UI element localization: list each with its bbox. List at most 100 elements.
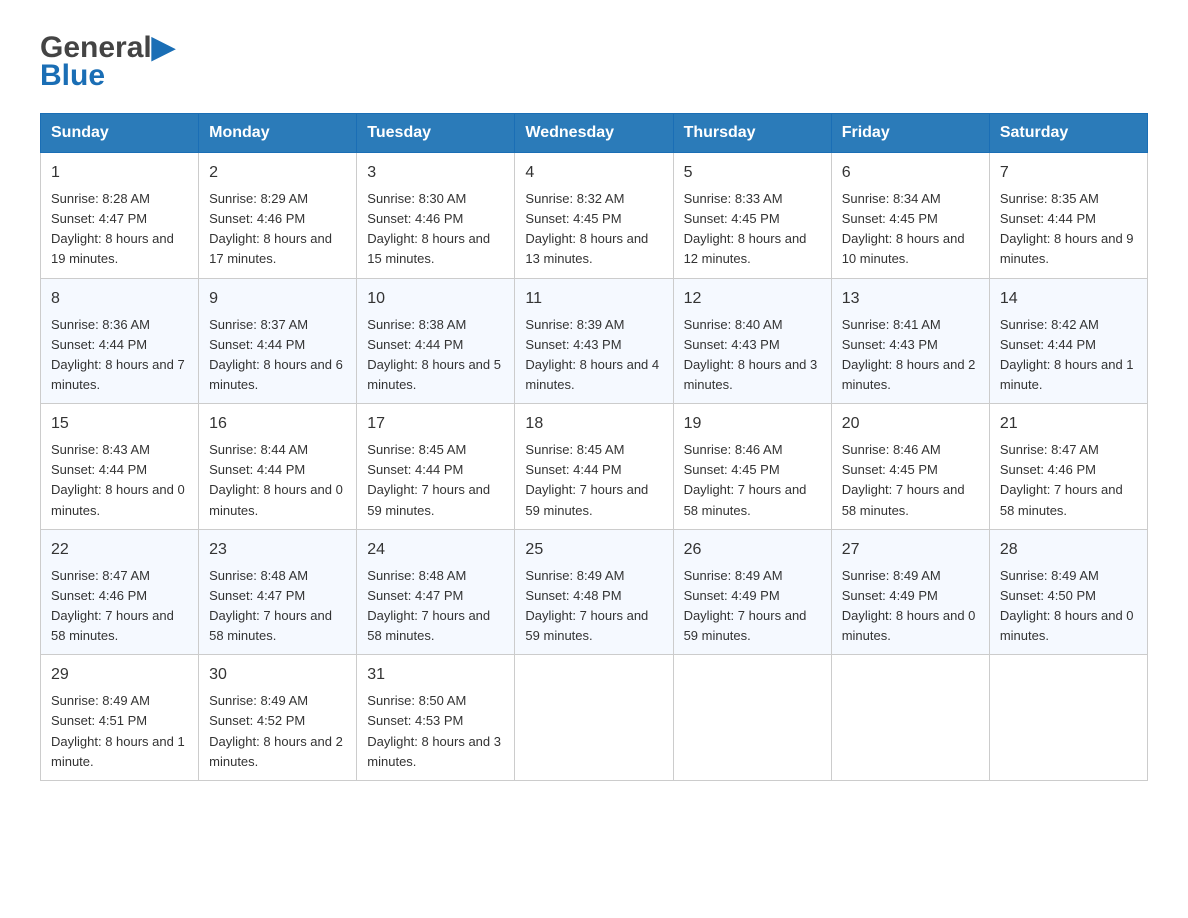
day-number: 4: [525, 161, 662, 185]
cell-info: Sunrise: 8:45 AM Sunset: 4:44 PM Dayligh…: [525, 440, 662, 521]
cell-info: Sunrise: 8:29 AM Sunset: 4:46 PM Dayligh…: [209, 189, 346, 270]
day-number: 17: [367, 412, 504, 436]
cell-info: Sunrise: 8:46 AM Sunset: 4:45 PM Dayligh…: [842, 440, 979, 521]
cell-info: Sunrise: 8:44 AM Sunset: 4:44 PM Dayligh…: [209, 440, 346, 521]
day-number: 3: [367, 161, 504, 185]
day-number: 26: [684, 538, 821, 562]
calendar-cell: 14 Sunrise: 8:42 AM Sunset: 4:44 PM Dayl…: [989, 278, 1147, 404]
calendar-cell: 4 Sunrise: 8:32 AM Sunset: 4:45 PM Dayli…: [515, 153, 673, 279]
day-number: 2: [209, 161, 346, 185]
cell-info: Sunrise: 8:41 AM Sunset: 4:43 PM Dayligh…: [842, 315, 979, 396]
calendar-cell: [673, 655, 831, 781]
calendar-cell: 3 Sunrise: 8:30 AM Sunset: 4:46 PM Dayli…: [357, 153, 515, 279]
cell-info: Sunrise: 8:49 AM Sunset: 4:51 PM Dayligh…: [51, 691, 188, 772]
calendar-cell: 26 Sunrise: 8:49 AM Sunset: 4:49 PM Dayl…: [673, 529, 831, 655]
cell-info: Sunrise: 8:46 AM Sunset: 4:45 PM Dayligh…: [684, 440, 821, 521]
calendar-cell: 31 Sunrise: 8:50 AM Sunset: 4:53 PM Dayl…: [357, 655, 515, 781]
day-number: 7: [1000, 161, 1137, 185]
cell-info: Sunrise: 8:49 AM Sunset: 4:49 PM Dayligh…: [684, 566, 821, 647]
day-number: 1: [51, 161, 188, 185]
calendar-cell: [515, 655, 673, 781]
day-number: 19: [684, 412, 821, 436]
calendar-week-row: 22 Sunrise: 8:47 AM Sunset: 4:46 PM Dayl…: [41, 529, 1148, 655]
calendar-cell: 7 Sunrise: 8:35 AM Sunset: 4:44 PM Dayli…: [989, 153, 1147, 279]
day-header-tuesday: Tuesday: [357, 114, 515, 153]
day-number: 18: [525, 412, 662, 436]
calendar-cell: 25 Sunrise: 8:49 AM Sunset: 4:48 PM Dayl…: [515, 529, 673, 655]
calendar-cell: [989, 655, 1147, 781]
cell-info: Sunrise: 8:28 AM Sunset: 4:47 PM Dayligh…: [51, 189, 188, 270]
calendar-table: SundayMondayTuesdayWednesdayThursdayFrid…: [40, 113, 1148, 781]
calendar-cell: 29 Sunrise: 8:49 AM Sunset: 4:51 PM Dayl…: [41, 655, 199, 781]
cell-info: Sunrise: 8:34 AM Sunset: 4:45 PM Dayligh…: [842, 189, 979, 270]
day-number: 27: [842, 538, 979, 562]
day-number: 22: [51, 538, 188, 562]
day-number: 15: [51, 412, 188, 436]
cell-info: Sunrise: 8:49 AM Sunset: 4:50 PM Dayligh…: [1000, 566, 1137, 647]
calendar-cell: 16 Sunrise: 8:44 AM Sunset: 4:44 PM Dayl…: [199, 404, 357, 530]
cell-info: Sunrise: 8:43 AM Sunset: 4:44 PM Dayligh…: [51, 440, 188, 521]
calendar-cell: 13 Sunrise: 8:41 AM Sunset: 4:43 PM Dayl…: [831, 278, 989, 404]
day-number: 6: [842, 161, 979, 185]
day-number: 8: [51, 287, 188, 311]
day-number: 16: [209, 412, 346, 436]
day-number: 23: [209, 538, 346, 562]
calendar-cell: 27 Sunrise: 8:49 AM Sunset: 4:49 PM Dayl…: [831, 529, 989, 655]
calendar-cell: 17 Sunrise: 8:45 AM Sunset: 4:44 PM Dayl…: [357, 404, 515, 530]
calendar-cell: 10 Sunrise: 8:38 AM Sunset: 4:44 PM Dayl…: [357, 278, 515, 404]
calendar-week-row: 29 Sunrise: 8:49 AM Sunset: 4:51 PM Dayl…: [41, 655, 1148, 781]
cell-info: Sunrise: 8:49 AM Sunset: 4:49 PM Dayligh…: [842, 566, 979, 647]
cell-info: Sunrise: 8:40 AM Sunset: 4:43 PM Dayligh…: [684, 315, 821, 396]
day-number: 9: [209, 287, 346, 311]
calendar-week-row: 15 Sunrise: 8:43 AM Sunset: 4:44 PM Dayl…: [41, 404, 1148, 530]
calendar-cell: 12 Sunrise: 8:40 AM Sunset: 4:43 PM Dayl…: [673, 278, 831, 404]
calendar-cell: 21 Sunrise: 8:47 AM Sunset: 4:46 PM Dayl…: [989, 404, 1147, 530]
cell-info: Sunrise: 8:50 AM Sunset: 4:53 PM Dayligh…: [367, 691, 504, 772]
day-number: 29: [51, 663, 188, 687]
calendar-cell: 2 Sunrise: 8:29 AM Sunset: 4:46 PM Dayli…: [199, 153, 357, 279]
cell-info: Sunrise: 8:47 AM Sunset: 4:46 PM Dayligh…: [1000, 440, 1137, 521]
calendar-cell: 30 Sunrise: 8:49 AM Sunset: 4:52 PM Dayl…: [199, 655, 357, 781]
day-number: 28: [1000, 538, 1137, 562]
day-number: 31: [367, 663, 504, 687]
calendar-cell: 6 Sunrise: 8:34 AM Sunset: 4:45 PM Dayli…: [831, 153, 989, 279]
day-header-monday: Monday: [199, 114, 357, 153]
cell-info: Sunrise: 8:35 AM Sunset: 4:44 PM Dayligh…: [1000, 189, 1137, 270]
calendar-cell: 18 Sunrise: 8:45 AM Sunset: 4:44 PM Dayl…: [515, 404, 673, 530]
calendar-cell: 9 Sunrise: 8:37 AM Sunset: 4:44 PM Dayli…: [199, 278, 357, 404]
day-number: 10: [367, 287, 504, 311]
day-number: 13: [842, 287, 979, 311]
calendar-week-row: 8 Sunrise: 8:36 AM Sunset: 4:44 PM Dayli…: [41, 278, 1148, 404]
cell-info: Sunrise: 8:49 AM Sunset: 4:48 PM Dayligh…: [525, 566, 662, 647]
calendar-cell: 23 Sunrise: 8:48 AM Sunset: 4:47 PM Dayl…: [199, 529, 357, 655]
cell-info: Sunrise: 8:36 AM Sunset: 4:44 PM Dayligh…: [51, 315, 188, 396]
calendar-week-row: 1 Sunrise: 8:28 AM Sunset: 4:47 PM Dayli…: [41, 153, 1148, 279]
cell-info: Sunrise: 8:33 AM Sunset: 4:45 PM Dayligh…: [684, 189, 821, 270]
calendar-cell: 5 Sunrise: 8:33 AM Sunset: 4:45 PM Dayli…: [673, 153, 831, 279]
calendar-cell: 8 Sunrise: 8:36 AM Sunset: 4:44 PM Dayli…: [41, 278, 199, 404]
calendar-cell: 1 Sunrise: 8:28 AM Sunset: 4:47 PM Dayli…: [41, 153, 199, 279]
day-header-saturday: Saturday: [989, 114, 1147, 153]
calendar-cell: 28 Sunrise: 8:49 AM Sunset: 4:50 PM Dayl…: [989, 529, 1147, 655]
cell-info: Sunrise: 8:48 AM Sunset: 4:47 PM Dayligh…: [209, 566, 346, 647]
day-header-wednesday: Wednesday: [515, 114, 673, 153]
cell-info: Sunrise: 8:37 AM Sunset: 4:44 PM Dayligh…: [209, 315, 346, 396]
cell-info: Sunrise: 8:30 AM Sunset: 4:46 PM Dayligh…: [367, 189, 504, 270]
logo: General▶ Blue: [40, 30, 175, 93]
day-header-friday: Friday: [831, 114, 989, 153]
day-number: 11: [525, 287, 662, 311]
calendar-header-row: SundayMondayTuesdayWednesdayThursdayFrid…: [41, 114, 1148, 153]
cell-info: Sunrise: 8:48 AM Sunset: 4:47 PM Dayligh…: [367, 566, 504, 647]
cell-info: Sunrise: 8:42 AM Sunset: 4:44 PM Dayligh…: [1000, 315, 1137, 396]
calendar-cell: 15 Sunrise: 8:43 AM Sunset: 4:44 PM Dayl…: [41, 404, 199, 530]
calendar-cell: 20 Sunrise: 8:46 AM Sunset: 4:45 PM Dayl…: [831, 404, 989, 530]
day-header-sunday: Sunday: [41, 114, 199, 153]
day-number: 5: [684, 161, 821, 185]
cell-info: Sunrise: 8:38 AM Sunset: 4:44 PM Dayligh…: [367, 315, 504, 396]
day-number: 24: [367, 538, 504, 562]
calendar-cell: 11 Sunrise: 8:39 AM Sunset: 4:43 PM Dayl…: [515, 278, 673, 404]
calendar-cell: 19 Sunrise: 8:46 AM Sunset: 4:45 PM Dayl…: [673, 404, 831, 530]
day-header-thursday: Thursday: [673, 114, 831, 153]
day-number: 12: [684, 287, 821, 311]
calendar-cell: 24 Sunrise: 8:48 AM Sunset: 4:47 PM Dayl…: [357, 529, 515, 655]
